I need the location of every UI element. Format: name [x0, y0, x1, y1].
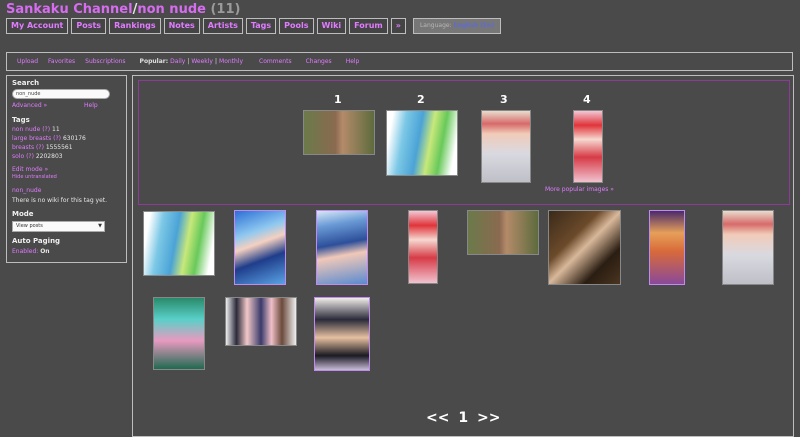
- popular-thumbnail[interactable]: [386, 110, 458, 176]
- post-thumbnail[interactable]: [548, 210, 621, 285]
- page-title: Sankaku Channel/non nude (11): [6, 2, 240, 17]
- autopaging-heading: Auto Paging: [12, 237, 61, 245]
- tag-link[interactable]: non nude: [12, 126, 40, 133]
- post-thumbnail[interactable]: [225, 297, 297, 346]
- post-thumbnail[interactable]: [649, 210, 685, 285]
- subnav-subscriptions[interactable]: Subscriptions: [85, 58, 125, 65]
- popular-rank-label: 2: [417, 93, 425, 106]
- nav-rankings[interactable]: Rankings: [109, 18, 161, 34]
- sub-nav: Upload Favorites Subscriptions Popular: …: [6, 52, 793, 71]
- site-name-link[interactable]: Sankaku Channel: [6, 2, 133, 17]
- subnav-divider: |: [214, 58, 218, 65]
- subnav-popular-label: Popular:: [139, 58, 169, 65]
- tag-name-link[interactable]: non nude: [137, 2, 206, 17]
- subnav-popular-daily[interactable]: Daily: [170, 58, 185, 65]
- tag-count: 1555561: [45, 144, 73, 151]
- edit-mode-link[interactable]: Edit mode »: [12, 166, 48, 173]
- current-page: 1: [458, 410, 469, 426]
- nav-my-account[interactable]: My Account: [6, 18, 69, 34]
- popular-rank-label: 3: [500, 93, 508, 106]
- subnav-favorites[interactable]: Favorites: [48, 58, 75, 65]
- tag-help-link[interactable]: (?): [42, 126, 50, 133]
- post-thumbnail[interactable]: [314, 297, 370, 371]
- tags-heading: Tags: [12, 116, 30, 124]
- subnav-divider: |: [187, 58, 190, 65]
- tag-count: 2202803: [35, 153, 63, 160]
- sidebar: Search non_nude Advanced » Help Tags non…: [6, 75, 127, 263]
- next-page-link[interactable]: >>: [477, 410, 500, 426]
- more-popular-link[interactable]: More popular images »: [545, 186, 614, 193]
- tag-help-link[interactable]: (?): [53, 135, 61, 142]
- nav-tags[interactable]: Tags: [245, 18, 277, 34]
- subnav-help[interactable]: Help: [346, 58, 360, 65]
- nav-artists[interactable]: Artists: [202, 18, 243, 34]
- subnav-popular-weekly[interactable]: Weekly: [191, 58, 213, 65]
- post-thumbnail[interactable]: [316, 210, 368, 285]
- prev-page-link[interactable]: <<: [426, 410, 449, 426]
- popular-rank-label: 1: [334, 93, 342, 106]
- post-thumbnail[interactable]: [153, 297, 205, 370]
- pagination: << 1 >>: [426, 410, 500, 426]
- nav-posts[interactable]: Posts: [71, 18, 107, 34]
- language-select[interactable]: Language: English (En): [412, 18, 502, 34]
- tag-count: 630176: [62, 135, 86, 142]
- post-thumbnail[interactable]: [143, 211, 215, 276]
- subnav-upload[interactable]: Upload: [17, 58, 38, 65]
- tag-item: solo (?) 2202803: [12, 153, 63, 160]
- hide-untranslated-link[interactable]: Hide untranslated: [12, 174, 57, 180]
- tag-link[interactable]: large breasts: [12, 135, 51, 142]
- language-prefix: Language:: [419, 22, 452, 29]
- nav-forum[interactable]: Forum: [349, 18, 388, 34]
- tag-item: non nude (?) 11: [12, 126, 60, 133]
- post-count: (11): [210, 2, 241, 17]
- post-thumbnail[interactable]: [722, 210, 774, 285]
- popular-thumbnail[interactable]: [573, 110, 603, 183]
- advanced-search-link[interactable]: Advanced »: [12, 102, 47, 109]
- subnav-comments[interactable]: Comments: [259, 58, 292, 65]
- mode-select[interactable]: View posts ▼: [12, 221, 105, 232]
- nav-wiki[interactable]: Wiki: [316, 18, 347, 34]
- post-thumbnail[interactable]: [408, 210, 438, 284]
- nav-pools[interactable]: Pools: [279, 18, 314, 34]
- tag-item: large breasts (?) 630176: [12, 135, 86, 142]
- tag-link[interactable]: breasts: [12, 144, 34, 151]
- post-thumbnail[interactable]: [234, 210, 286, 285]
- popular-thumbnail[interactable]: [481, 110, 531, 183]
- subnav-changes[interactable]: Changes: [306, 58, 332, 65]
- search-help-link[interactable]: Help: [84, 102, 98, 109]
- mode-value: View posts: [16, 223, 43, 229]
- tag-count: 11: [52, 126, 60, 133]
- mode-heading: Mode: [12, 210, 34, 218]
- main-nav: My Account Posts Rankings Notes Artists …: [6, 18, 502, 34]
- popular-box: [138, 80, 790, 205]
- popular-thumbnail[interactable]: [303, 110, 375, 155]
- post-thumbnail[interactable]: [467, 210, 539, 255]
- popular-rank-label: 4: [583, 93, 591, 106]
- autopaging-enabled-link[interactable]: Enabled:: [12, 248, 38, 255]
- chevron-down-icon: ▼: [98, 223, 102, 229]
- tag-link[interactable]: solo: [12, 153, 24, 160]
- tag-help-link[interactable]: (?): [26, 153, 34, 160]
- autopaging-value: On: [40, 248, 50, 255]
- subnav-popular-monthly[interactable]: Monthly: [219, 58, 243, 65]
- tag-help-link[interactable]: (?): [36, 144, 44, 151]
- search-heading: Search: [12, 79, 40, 87]
- tag-item: breasts (?) 1555561: [12, 144, 73, 151]
- wiki-text: There is no wiki for this tag yet.: [12, 197, 108, 204]
- wiki-tag-link[interactable]: non_nude: [12, 187, 41, 194]
- search-input[interactable]: non_nude: [12, 89, 110, 99]
- nav-more[interactable]: »: [390, 18, 406, 34]
- language-value: English (En): [453, 22, 495, 29]
- nav-notes[interactable]: Notes: [163, 18, 200, 34]
